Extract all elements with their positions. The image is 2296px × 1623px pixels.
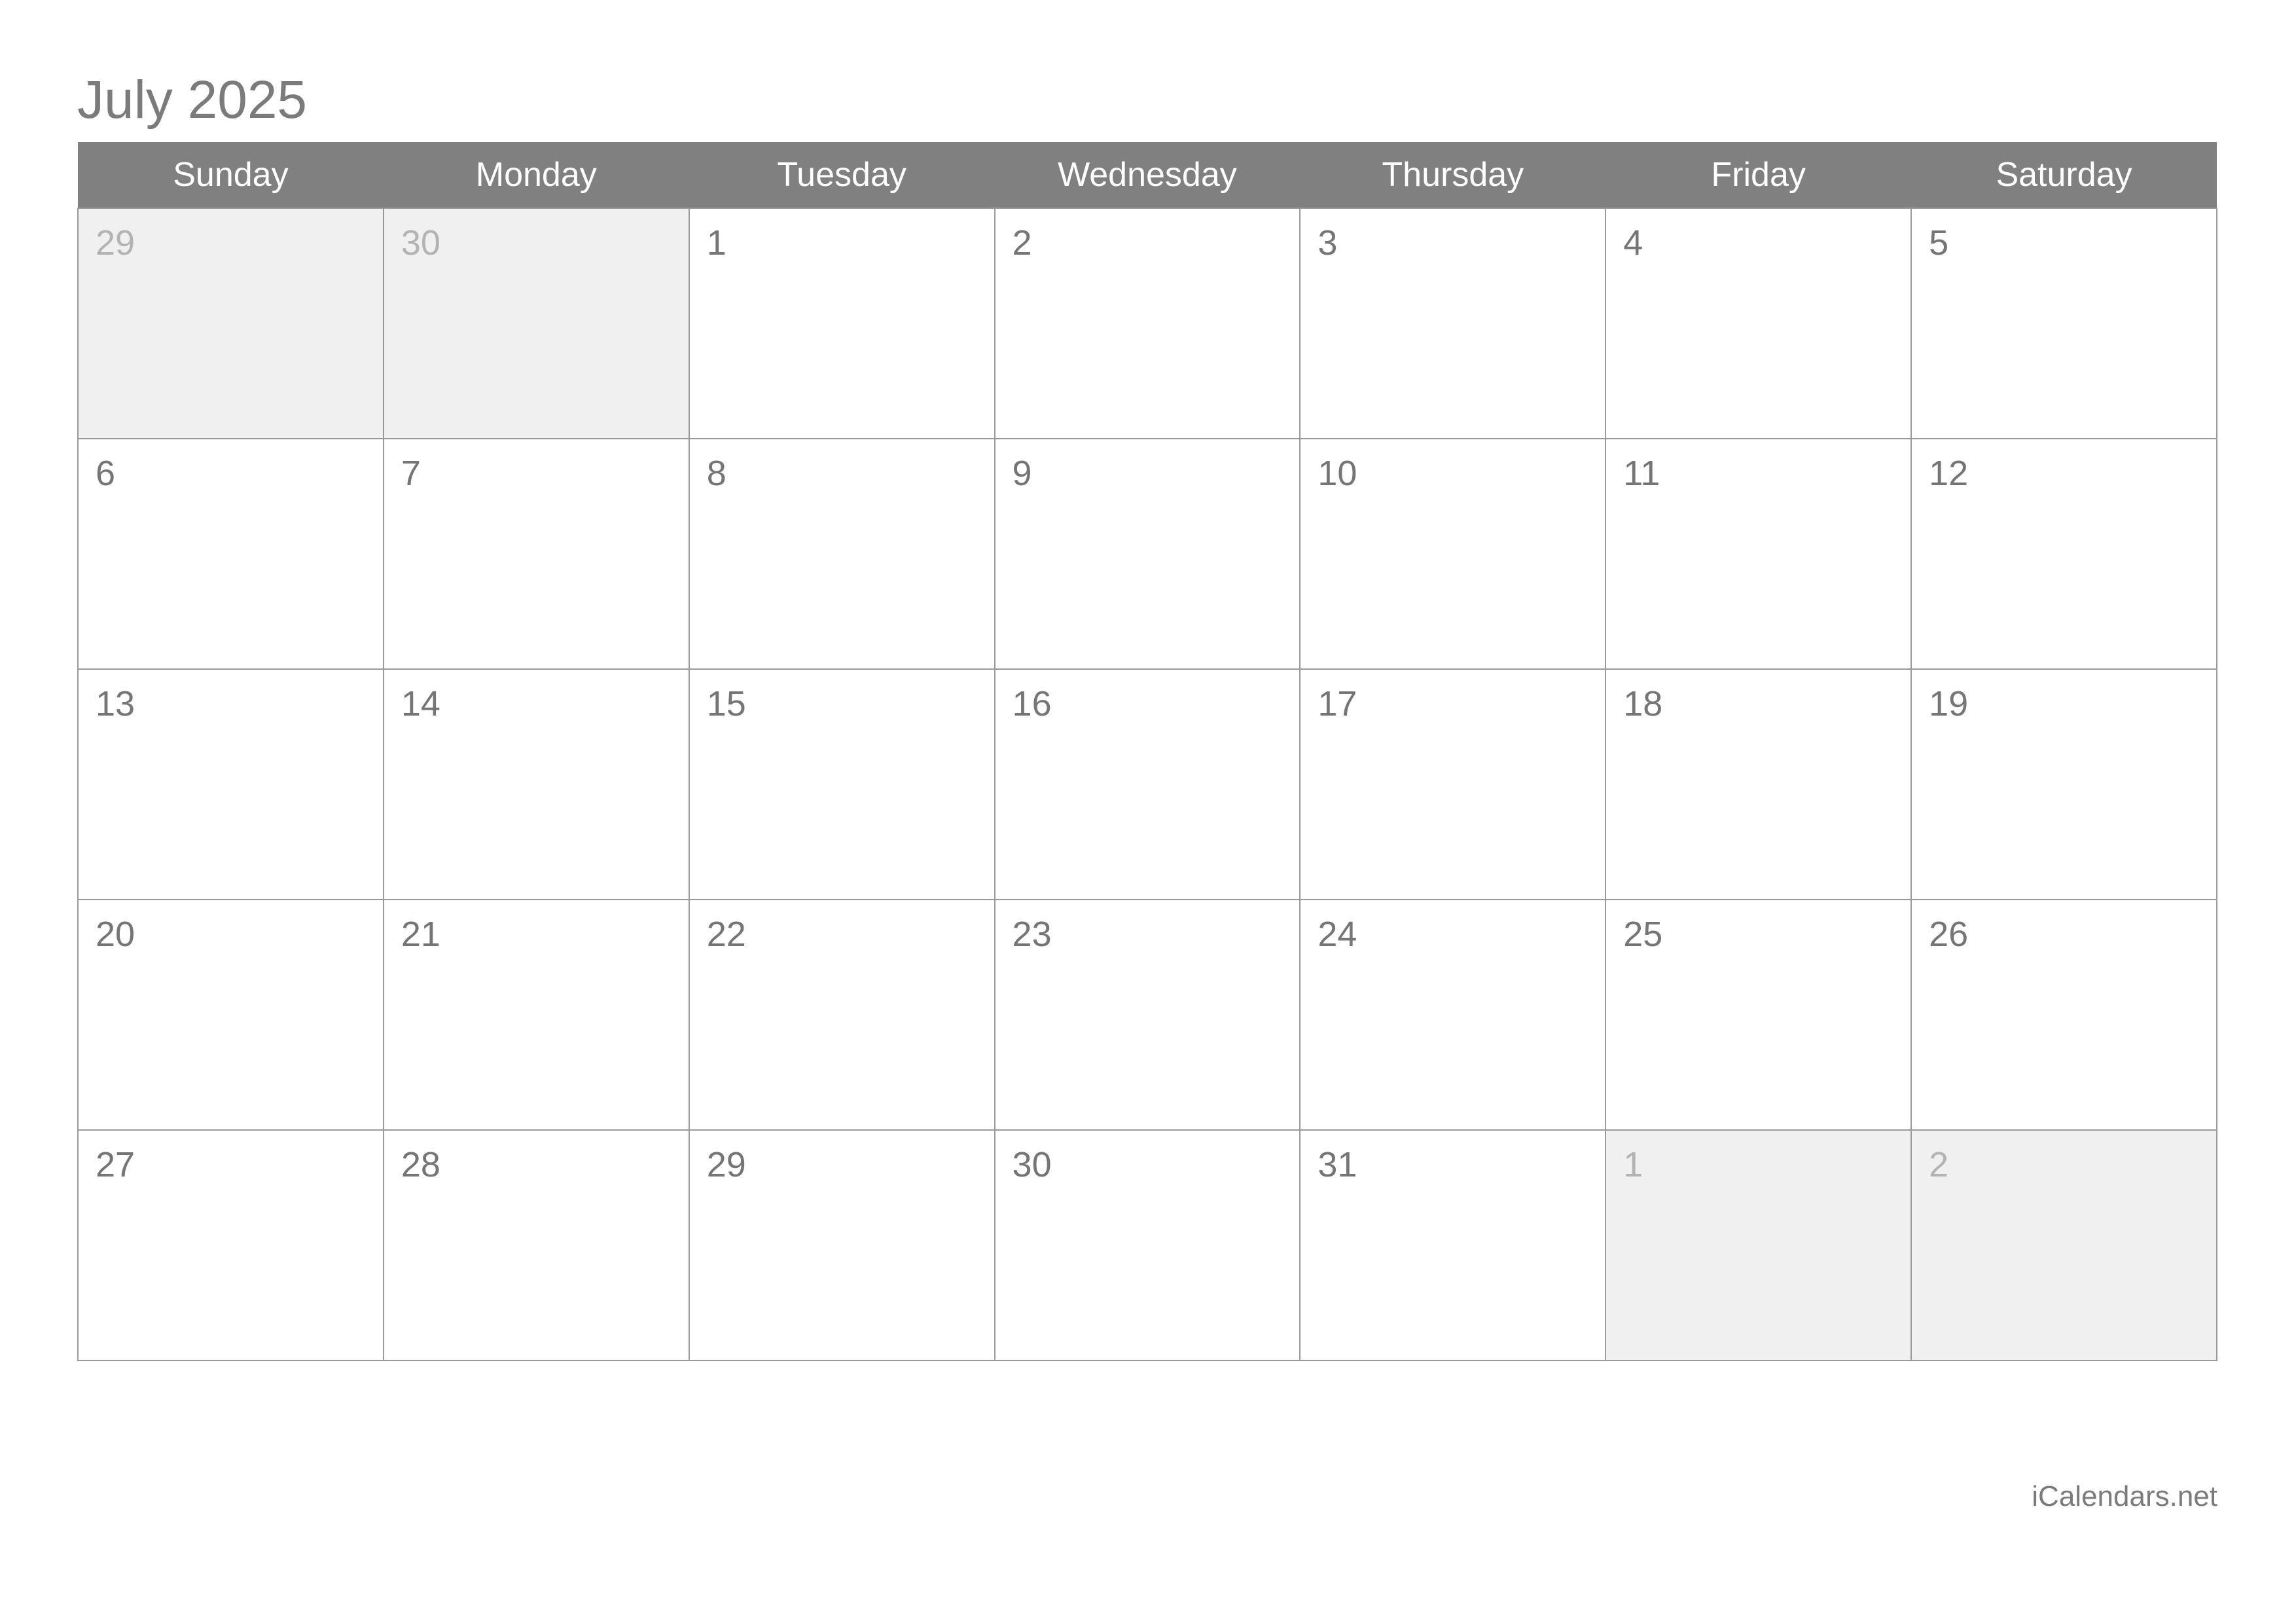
weekday-header-tuesday: Tuesday — [689, 142, 995, 208]
day-number: 29 — [706, 1145, 746, 1184]
calendar-body: 29 30 1 2 3 4 5 6 7 8 9 10 11 12 13 14 1… — [77, 208, 2217, 1361]
day-cell[interactable]: 1 — [688, 208, 996, 439]
weekday-header-thursday: Thursday — [1300, 142, 1606, 208]
day-number: 26 — [1929, 915, 1969, 954]
day-cell[interactable]: 31 — [1299, 1129, 1607, 1361]
weekday-header-friday: Friday — [1605, 142, 1912, 208]
day-cell[interactable]: 10 — [1299, 438, 1607, 670]
day-cell[interactable]: 18 — [1605, 668, 1912, 900]
day-number: 5 — [1929, 223, 1949, 263]
day-number: 1 — [706, 223, 726, 263]
day-number: 31 — [1318, 1145, 1357, 1184]
day-number: 22 — [706, 915, 746, 954]
day-number: 28 — [401, 1145, 440, 1184]
day-number: 15 — [706, 684, 746, 723]
day-number: 19 — [1929, 684, 1969, 723]
day-number: 30 — [401, 223, 440, 263]
day-number: 7 — [401, 454, 421, 493]
day-cell[interactable]: 11 — [1605, 438, 1912, 670]
day-number: 18 — [1623, 684, 1663, 723]
day-cell[interactable]: 30 — [382, 208, 690, 439]
day-cell[interactable]: 9 — [994, 438, 1301, 670]
day-number: 21 — [401, 915, 440, 954]
day-cell[interactable]: 4 — [1605, 208, 1912, 439]
day-cell[interactable]: 6 — [77, 438, 384, 670]
day-number: 2 — [1929, 1145, 1949, 1184]
day-cell[interactable]: 27 — [77, 1129, 384, 1361]
day-number: 8 — [706, 454, 726, 493]
day-cell[interactable]: 22 — [688, 899, 996, 1131]
weekday-header-row: Sunday Monday Tuesday Wednesday Thursday… — [78, 142, 2217, 208]
day-cell[interactable]: 26 — [1910, 899, 2217, 1131]
day-cell[interactable]: 5 — [1910, 208, 2217, 439]
weekday-header-wednesday: Wednesday — [994, 142, 1300, 208]
day-number: 11 — [1623, 454, 1660, 493]
weekday-header-sunday: Sunday — [78, 142, 384, 208]
week-row: 6 7 8 9 10 11 12 — [77, 438, 2217, 670]
day-cell[interactable]: 25 — [1605, 899, 1912, 1131]
day-cell[interactable]: 2 — [1910, 1129, 2217, 1361]
day-cell[interactable]: 7 — [382, 438, 690, 670]
calendar-page: July 2025 Sunday Monday Tuesday Wednesda… — [0, 0, 2296, 1623]
day-cell[interactable]: 30 — [994, 1129, 1301, 1361]
day-number: 24 — [1318, 915, 1357, 954]
day-number: 16 — [1012, 684, 1052, 723]
day-number: 13 — [96, 684, 135, 723]
day-number: 4 — [1623, 223, 1643, 263]
weekday-header-saturday: Saturday — [1911, 142, 2217, 208]
day-cell[interactable]: 29 — [688, 1129, 996, 1361]
day-number: 3 — [1318, 223, 1338, 263]
calendar-grid: Sunday Monday Tuesday Wednesday Thursday… — [77, 142, 2217, 1361]
day-cell[interactable]: 19 — [1910, 668, 2217, 900]
week-row: 13 14 15 16 17 18 19 — [77, 668, 2217, 900]
day-number: 25 — [1623, 915, 1663, 954]
day-cell[interactable]: 23 — [994, 899, 1301, 1131]
day-cell[interactable]: 8 — [688, 438, 996, 670]
day-number: 2 — [1012, 223, 1032, 263]
day-number: 1 — [1623, 1145, 1643, 1184]
day-cell[interactable]: 15 — [688, 668, 996, 900]
day-cell[interactable]: 1 — [1605, 1129, 1912, 1361]
weekday-header-monday: Monday — [383, 142, 689, 208]
day-cell[interactable]: 12 — [1910, 438, 2217, 670]
day-cell[interactable]: 3 — [1299, 208, 1607, 439]
day-number: 29 — [96, 223, 135, 263]
day-cell[interactable]: 21 — [382, 899, 690, 1131]
day-number: 12 — [1929, 454, 1969, 493]
week-row: 20 21 22 23 24 25 26 — [77, 899, 2217, 1131]
day-cell[interactable]: 14 — [382, 668, 690, 900]
day-number: 17 — [1318, 684, 1357, 723]
page-title: July 2025 — [77, 70, 308, 130]
day-cell[interactable]: 17 — [1299, 668, 1607, 900]
day-number: 23 — [1012, 915, 1052, 954]
day-number: 30 — [1012, 1145, 1052, 1184]
day-number: 27 — [96, 1145, 135, 1184]
week-row: 29 30 1 2 3 4 5 — [77, 208, 2217, 439]
site-attribution: iCalendars.net — [2032, 1480, 2217, 1512]
day-cell[interactable]: 2 — [994, 208, 1301, 439]
day-number: 14 — [401, 684, 440, 723]
day-cell[interactable]: 28 — [382, 1129, 690, 1361]
week-row: 27 28 29 30 31 1 2 — [77, 1129, 2217, 1361]
day-number: 6 — [96, 454, 116, 493]
day-cell[interactable]: 20 — [77, 899, 384, 1131]
day-cell[interactable]: 13 — [77, 668, 384, 900]
day-number: 10 — [1318, 454, 1357, 493]
day-cell[interactable]: 29 — [77, 208, 384, 439]
day-number: 20 — [96, 915, 135, 954]
day-cell[interactable]: 24 — [1299, 899, 1607, 1131]
day-number: 9 — [1012, 454, 1032, 493]
day-cell[interactable]: 16 — [994, 668, 1301, 900]
